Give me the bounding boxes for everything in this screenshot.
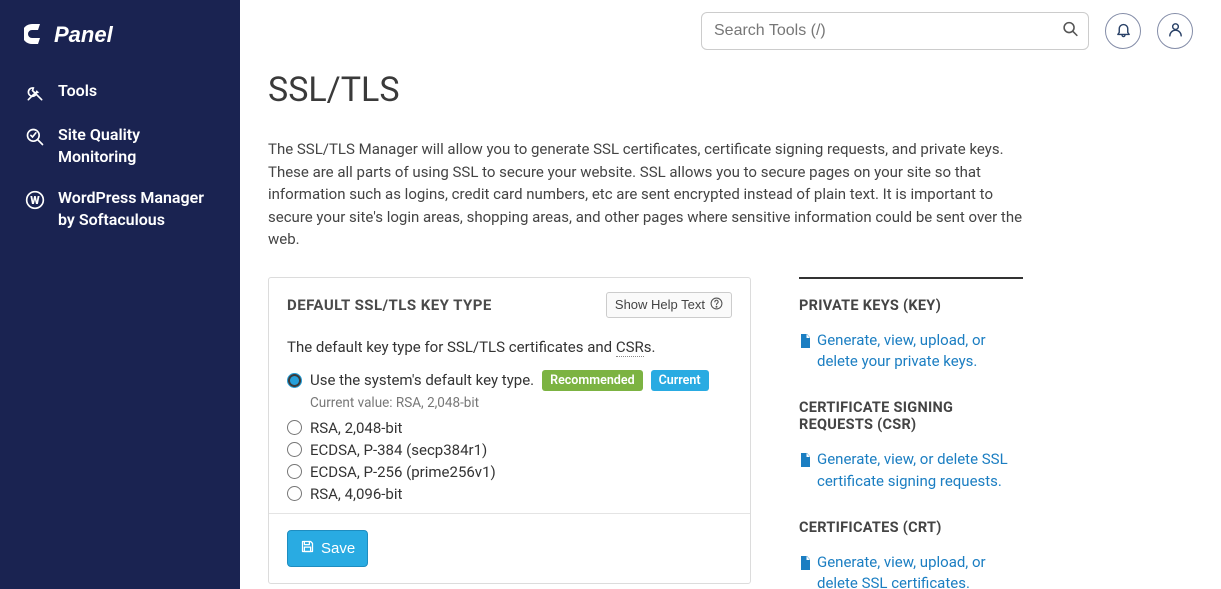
private-keys-link[interactable]: Generate, view, upload, or delete your p…: [799, 330, 1023, 374]
svg-text:W: W: [30, 194, 40, 207]
radio-ecdsa-p384[interactable]: ECDSA, P-384 (secp384r1): [287, 439, 732, 461]
sidebar: Panel Tools Site Quality Monitoring W: [0, 0, 240, 589]
csr-abbr: CSR: [616, 338, 644, 357]
intro-text: The SSL/TLS Manager will allow you to ge…: [268, 138, 1038, 251]
document-icon: [799, 555, 811, 589]
csr-link[interactable]: Generate, view, or delete SSL certificat…: [799, 449, 1023, 493]
page-title: SSL/TLS: [268, 70, 1193, 110]
sidebar-item-tools[interactable]: Tools: [0, 70, 240, 114]
content: SSL/TLS The SSL/TLS Manager will allow y…: [240, 62, 1221, 589]
section-title-csr: CERTIFICATE SIGNING REQUESTS (CSR): [799, 399, 1023, 433]
radio-rsa-2048[interactable]: RSA, 2,048-bit: [287, 417, 732, 439]
sidebar-item-wordpress[interactable]: W WordPress Manager by Softaculous: [0, 177, 240, 240]
document-icon: [799, 452, 811, 493]
radio-input[interactable]: [287, 420, 302, 435]
certificates-link[interactable]: Generate, view, upload, or delete SSL ce…: [799, 552, 1023, 589]
recommended-badge: Recommended: [542, 370, 643, 391]
search-input[interactable]: [701, 12, 1089, 50]
document-icon: [799, 333, 811, 374]
magnifier-icon: [24, 126, 46, 148]
show-help-button[interactable]: Show Help Text: [606, 292, 732, 318]
key-type-card: DEFAULT SSL/TLS KEY TYPE Show Help Text …: [268, 277, 751, 584]
card-title: DEFAULT SSL/TLS KEY TYPE: [287, 296, 492, 314]
account-button[interactable]: [1157, 13, 1193, 49]
section-title-certificates: CERTIFICATES (CRT): [799, 519, 1023, 536]
radio-label[interactable]: RSA, 4,096-bit: [310, 485, 402, 503]
notifications-button[interactable]: [1105, 13, 1141, 49]
sidebar-item-site-quality[interactable]: Site Quality Monitoring: [0, 114, 240, 177]
question-icon: [710, 297, 723, 313]
save-button[interactable]: Save: [287, 530, 368, 567]
save-label: Save: [321, 540, 355, 557]
sidebar-item-label: Tools: [58, 80, 97, 102]
sidebar-item-label: Site Quality Monitoring: [58, 124, 216, 167]
radio-label[interactable]: ECDSA, P-256 (prime256v1): [310, 463, 496, 481]
radio-system-default[interactable]: Use the system's default key type. Recom…: [287, 368, 732, 393]
radio-label[interactable]: RSA, 2,048-bit: [310, 419, 402, 437]
radio-input[interactable]: [287, 486, 302, 501]
default-keytype-text: The default key type for SSL/TLS certifi…: [287, 338, 732, 356]
topbar: [240, 0, 1221, 62]
radio-label[interactable]: Use the system's default key type.: [310, 371, 534, 389]
search-icon[interactable]: [1062, 21, 1079, 42]
radio-input[interactable]: [287, 442, 302, 457]
wordpress-icon: W: [24, 189, 46, 211]
user-icon: [1167, 21, 1184, 42]
radio-input-system[interactable]: [287, 373, 302, 388]
radio-ecdsa-p256[interactable]: ECDSA, P-256 (prime256v1): [287, 461, 732, 483]
radio-rsa-4096[interactable]: RSA, 4,096-bit: [287, 483, 732, 505]
cpanel-logo[interactable]: Panel: [0, 20, 240, 70]
help-button-label: Show Help Text: [615, 297, 705, 312]
bell-icon: [1115, 21, 1132, 42]
current-value-text: Current value: RSA, 2,048-bit: [287, 393, 732, 417]
main: SSL/TLS The SSL/TLS Manager will allow y…: [240, 0, 1221, 589]
divider: [799, 277, 1023, 279]
radio-input[interactable]: [287, 464, 302, 479]
search-container: [701, 12, 1089, 50]
section-title-private-keys: PRIVATE KEYS (KEY): [799, 297, 1023, 314]
sidebar-item-label: WordPress Manager by Softaculous: [58, 187, 216, 230]
tools-icon: [24, 82, 46, 104]
radio-label[interactable]: ECDSA, P-384 (secp384r1): [310, 441, 487, 459]
current-badge: Current: [651, 370, 709, 391]
save-icon: [300, 539, 315, 558]
svg-text:Panel: Panel: [54, 22, 114, 47]
right-panel: PRIVATE KEYS (KEY) Generate, view, uploa…: [799, 277, 1023, 589]
